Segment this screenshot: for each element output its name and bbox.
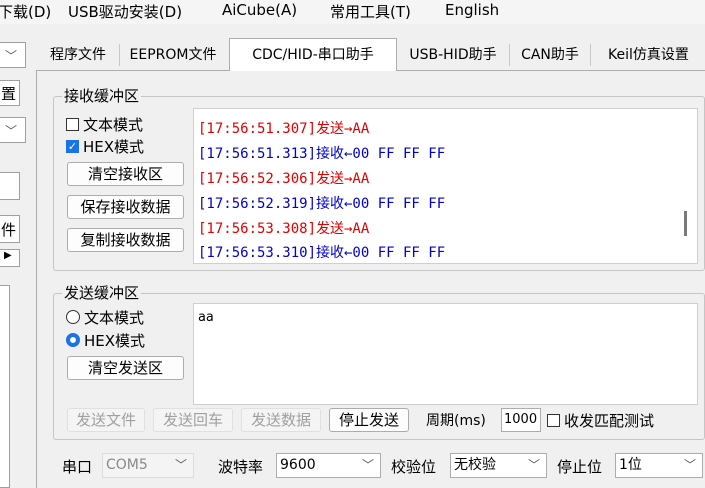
receive-hex-mode-label: HEX模式 [83,137,145,156]
chevron-down-icon: ﹀ [4,49,17,63]
left-arrow-button[interactable]: ▶ [0,249,20,267]
baud-value: 9600 [280,457,316,473]
checkbox-checked-icon: ✓ [66,139,79,153]
match-test-checkbox[interactable]: 收发匹配测试 [547,410,654,430]
left-dropdown-2[interactable]: ﹀ [0,117,26,143]
period-input[interactable]: 1000 [501,408,541,432]
receive-log[interactable]: [17:56:51.307]发送→AA [17:56:51.313]接收←00 … [193,108,698,264]
stop-bits-label: 停止位 [557,458,603,476]
tab-cdc-hid-serial[interactable]: CDC/HID-串口助手 [229,38,397,71]
left-dropdown-1[interactable]: ﹀ [0,42,26,68]
tab-separator [590,44,591,66]
menu-english[interactable]: English [445,1,499,19]
checkbox-unchecked-icon [66,117,79,131]
copy-receive-button[interactable]: 复制接收数据 [67,228,184,252]
chevron-down-icon: ﹀ [683,458,696,472]
log-line: [17:56:53.310]接收←00 FF FF FF [198,245,446,261]
receive-text-mode-label: 文本模式 [83,115,144,134]
tab-separator [119,44,120,66]
menu-download[interactable]: 下载(D) [0,1,51,22]
tab-program-file[interactable]: 程序文件 [38,41,118,69]
checkbox-unchecked-icon [547,413,560,427]
menu-usb-driver[interactable]: USB驱动安装(D) [68,1,182,22]
send-input-text: aa [198,310,214,325]
receive-group-title: 接收缓冲区 [62,87,142,105]
save-receive-button[interactable]: 保存接收数据 [67,195,184,219]
left-label-2: 件 [1,221,17,239]
log-line: [17:56:51.313]接收←00 FF FF FF [198,146,446,162]
chevron-down-icon: ﹀ [527,458,540,472]
stop-bits-select[interactable]: 1位 ﹀ [615,453,703,478]
triangle-right-icon: ▶ [4,250,12,261]
send-group-title: 发送缓冲区 [62,284,142,302]
port-value: COM5 [106,457,148,473]
port-select[interactable]: COM5 ﹀ [102,453,194,478]
stop-bits-value: 1位 [619,457,642,473]
parity-select[interactable]: 无校验 ﹀ [450,453,547,478]
period-label: 周期(ms) [426,413,486,429]
log-line: [17:56:53.308]发送→AA [198,221,370,237]
chevron-down-icon: ﹀ [361,458,374,472]
chevron-down-icon: ﹀ [174,458,187,472]
parity-label: 校验位 [391,458,437,476]
menu-aicube[interactable]: AiCube(A) [222,1,297,19]
log-line: [17:56:52.306]发送→AA [198,171,370,187]
left-button-2[interactable] [0,172,20,200]
send-input[interactable]: aa [193,303,698,405]
left-button-3[interactable]: 件 [0,215,20,243]
tab-can[interactable]: CAN助手 [511,41,589,69]
baud-select[interactable]: 9600 ﹀ [276,453,381,478]
log-line: [17:56:52.319]接收←00 FF FF FF [198,196,446,212]
receive-text-mode-checkbox[interactable]: 文本模式 [66,114,143,134]
send-text-mode-label: 文本模式 [84,308,145,327]
parity-value: 无校验 [454,457,496,473]
receive-hex-mode-checkbox[interactable]: ✓ HEX模式 [66,136,144,156]
radio-selected-icon [66,333,80,347]
log-line: [17:56:51.307]发送→AA [198,121,370,137]
send-data-button[interactable]: 发送数据 [241,408,321,432]
chevron-down-icon: ﹀ [4,124,17,138]
left-button-1[interactable]: 置 [0,80,20,106]
radio-unselected-icon [66,310,80,324]
menu-bar: 下载(D) USB驱动安装(D) AiCube(A) 常用工具(T) Engli… [0,0,705,24]
left-list[interactable] [0,285,10,488]
menu-tools[interactable]: 常用工具(T) [330,1,411,22]
tab-separator [509,44,510,66]
tab-keil-debug[interactable]: Keil仿真设置 [592,41,705,69]
send-enter-button[interactable]: 发送回车 [153,408,233,432]
baud-label: 波特率 [218,458,264,476]
clear-receive-button[interactable]: 清空接收区 [67,162,184,186]
send-hex-mode-label: HEX模式 [84,331,146,350]
send-file-button[interactable]: 发送文件 [67,408,145,432]
port-label: 串口 [62,458,93,476]
clear-send-button[interactable]: 清空发送区 [67,356,184,380]
tab-usb-hid[interactable]: USB-HID助手 [398,41,508,69]
send-hex-mode-radio[interactable]: HEX模式 [66,330,145,350]
tab-eeprom-file[interactable]: EEPROM文件 [121,41,225,69]
send-text-mode-radio[interactable]: 文本模式 [66,307,144,327]
left-label-1: 置 [1,85,17,103]
match-test-label: 收发匹配测试 [564,411,655,430]
stop-send-button[interactable]: 停止发送 [329,408,409,432]
receive-scrollbar-thumb[interactable] [684,211,687,236]
